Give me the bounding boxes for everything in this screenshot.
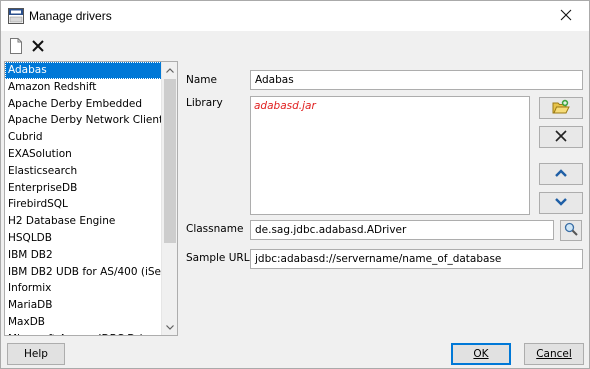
find-class-button[interactable] (560, 220, 582, 241)
driver-list-item[interactable]: Amazon Redshift (5, 79, 162, 96)
toolbar (1, 32, 589, 61)
close-icon (560, 9, 572, 24)
scroll-down-button[interactable] (162, 319, 177, 335)
driver-list-items: Adabas Amazon Redshift Apache Derby Embedd… (5, 62, 177, 335)
new-document-icon (9, 37, 23, 57)
scroll-up-arrow-icon (166, 64, 174, 76)
driver-list-item[interactable]: FirebirdSQL (5, 196, 162, 213)
driver-list-item[interactable]: EnterpriseDB (5, 180, 162, 197)
delete-x-icon (31, 39, 45, 56)
cancel-button[interactable]: Cancel (524, 343, 584, 365)
driver-list-item[interactable]: Elasticsearch (5, 163, 162, 180)
new-driver-button[interactable] (6, 37, 26, 57)
remove-x-icon (555, 129, 567, 145)
ok-button-label: OK (473, 348, 489, 360)
driver-list-item[interactable]: Adabas (5, 62, 162, 79)
help-button[interactable]: Help (7, 343, 65, 365)
driver-list-item[interactable]: IBM DB2 UDB for AS/400 (iSeries) (5, 264, 177, 281)
scroll-down-arrow-icon (166, 321, 174, 333)
delete-driver-button[interactable] (28, 37, 48, 57)
open-folder-icon (552, 99, 570, 118)
sample-url-field[interactable]: jdbc:adabasd://servername/name_of_databa… (250, 249, 583, 269)
ok-button[interactable]: OK (451, 343, 511, 365)
driver-list-item[interactable]: H2 Database Engine (5, 213, 162, 230)
scroll-up-button[interactable] (162, 62, 177, 78)
button-bar: Help OK Cancel (1, 339, 589, 369)
name-field[interactable]: Adabas (250, 70, 583, 90)
move-down-button[interactable] (539, 192, 583, 214)
driver-list-item[interactable]: EXASolution (5, 146, 162, 163)
classname-label: Classname (186, 223, 244, 235)
vertical-scrollbar[interactable] (161, 62, 177, 335)
library-entry[interactable]: adabasd.jar (254, 100, 316, 112)
manage-drivers-dialog: Manage drivers Adabas Amazon Redshift Apac… (0, 0, 590, 369)
remove-library-button[interactable] (539, 126, 583, 148)
magnifier-icon (564, 222, 578, 239)
name-label: Name (186, 74, 217, 86)
driver-list-item[interactable]: MariaDB (5, 297, 162, 314)
window-title: Manage drivers (29, 9, 112, 23)
library-label: Library (186, 97, 223, 109)
sample-url-label: Sample URL (186, 252, 250, 264)
sql-db-icon (8, 8, 24, 24)
add-library-button[interactable] (539, 97, 583, 119)
cancel-button-label: Cancel (536, 348, 572, 360)
driver-list-item[interactable]: Cubrid (5, 129, 162, 146)
driver-list-item[interactable]: MaxDB (5, 314, 162, 331)
classname-field[interactable]: de.sag.jdbc.adabasd.ADriver (250, 220, 554, 240)
title-bar: Manage drivers (1, 1, 589, 31)
driver-list-item[interactable]: IBM DB2 (5, 247, 162, 264)
driver-list-item[interactable]: Microsoft Access JDBC Driver (5, 331, 162, 335)
driver-list-item[interactable]: Informix (5, 280, 162, 297)
move-up-button[interactable] (539, 163, 583, 185)
library-list[interactable]: adabasd.jar (250, 96, 530, 215)
driver-list-item[interactable]: HSQLDB (5, 230, 162, 247)
scroll-thumb[interactable] (164, 79, 176, 243)
chevron-up-icon (555, 168, 567, 180)
driver-list-item[interactable]: Apache Derby Embedded (5, 96, 162, 113)
driver-list[interactable]: Adabas Amazon Redshift Apache Derby Embedd… (4, 61, 178, 336)
chevron-down-icon (555, 197, 567, 209)
driver-list-item[interactable]: Apache Derby Network Client (5, 112, 163, 129)
close-button[interactable] (543, 1, 589, 31)
